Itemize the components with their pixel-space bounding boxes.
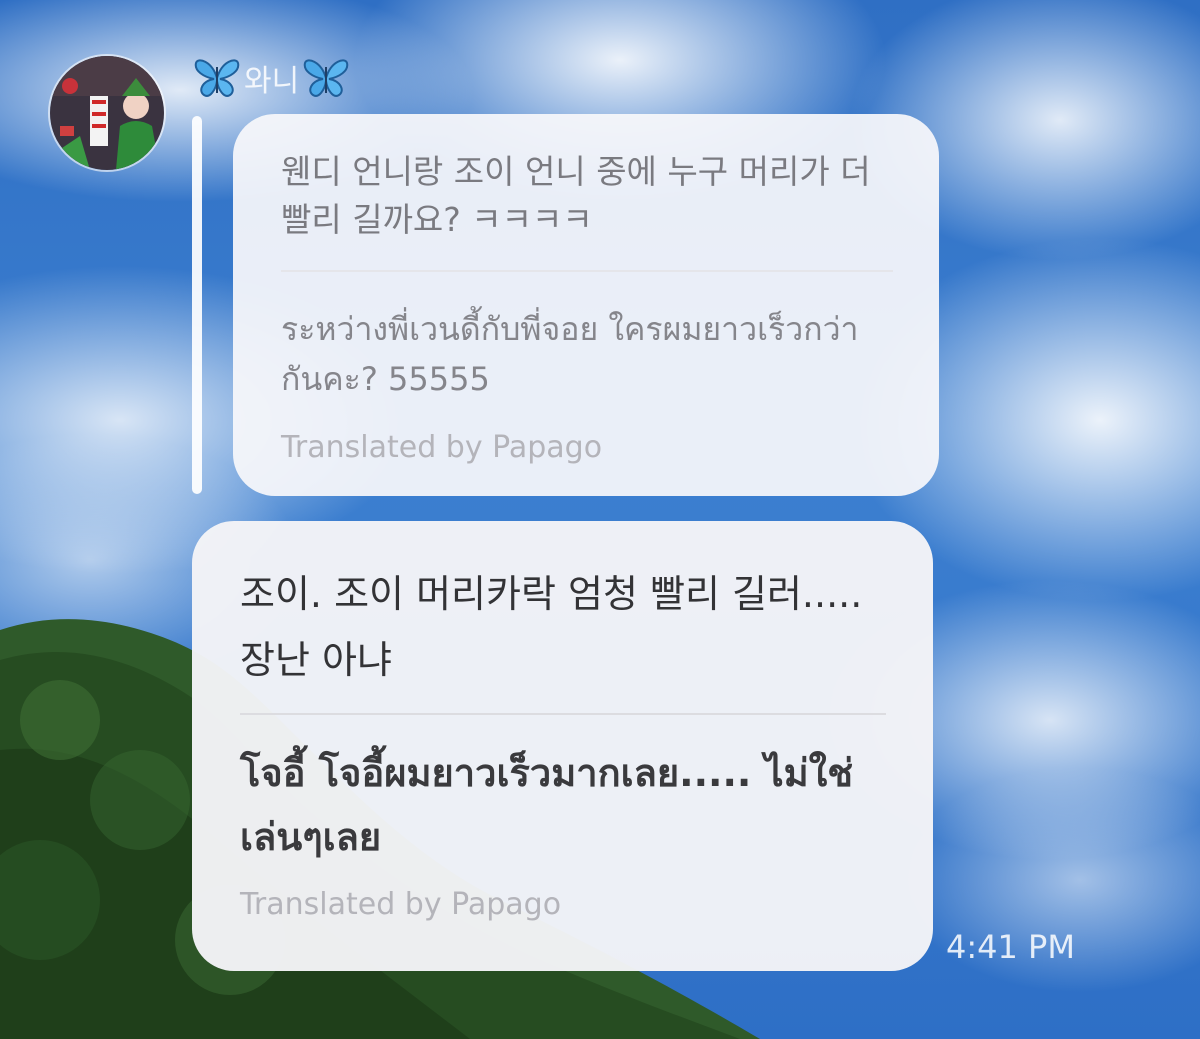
sender-name: 와니 — [244, 64, 300, 99]
butterfly-icon — [303, 59, 349, 97]
translation-credit: Translated by Papago — [281, 430, 603, 465]
avatar-image — [50, 56, 164, 170]
reply-message-text: 조이. 조이 머리카락 엄청 빨리 길러..... 장난 아냐 — [240, 572, 863, 682]
quoted-message-translation: ระหว่างพี่เวนดี้กับพี่จอย ใครผมยาวเร็วกว… — [281, 310, 859, 398]
reply-message-bubble[interactable]: 조이. 조이 머리카락 엄청 빨리 길러..... 장난 아냐 โจอี้ โจ… — [192, 521, 933, 971]
reply-message-translation: โจอี้ โจอี้ผมยาวเร็วมากเลย..... ไม่ใช่เล… — [240, 751, 854, 859]
divider — [240, 713, 886, 715]
divider — [281, 270, 893, 272]
reply-indicator-bar — [192, 116, 202, 494]
sender-header: 와니 — [194, 56, 349, 100]
quoted-message-bubble[interactable]: 웬디 언니랑 조이 언니 중에 누구 머리가 더 빨리 길까요? ㅋㅋㅋㅋ ระ… — [233, 114, 939, 496]
quoted-message-text: 웬디 언니랑 조이 언니 중에 누구 머리가 더 빨리 길까요? ㅋㅋㅋㅋ — [281, 152, 871, 239]
butterfly-icon — [194, 59, 240, 97]
message-timestamp: 4:41 PM — [946, 928, 1075, 966]
translation-credit: Translated by Papago — [240, 887, 562, 922]
avatar[interactable] — [48, 54, 166, 172]
